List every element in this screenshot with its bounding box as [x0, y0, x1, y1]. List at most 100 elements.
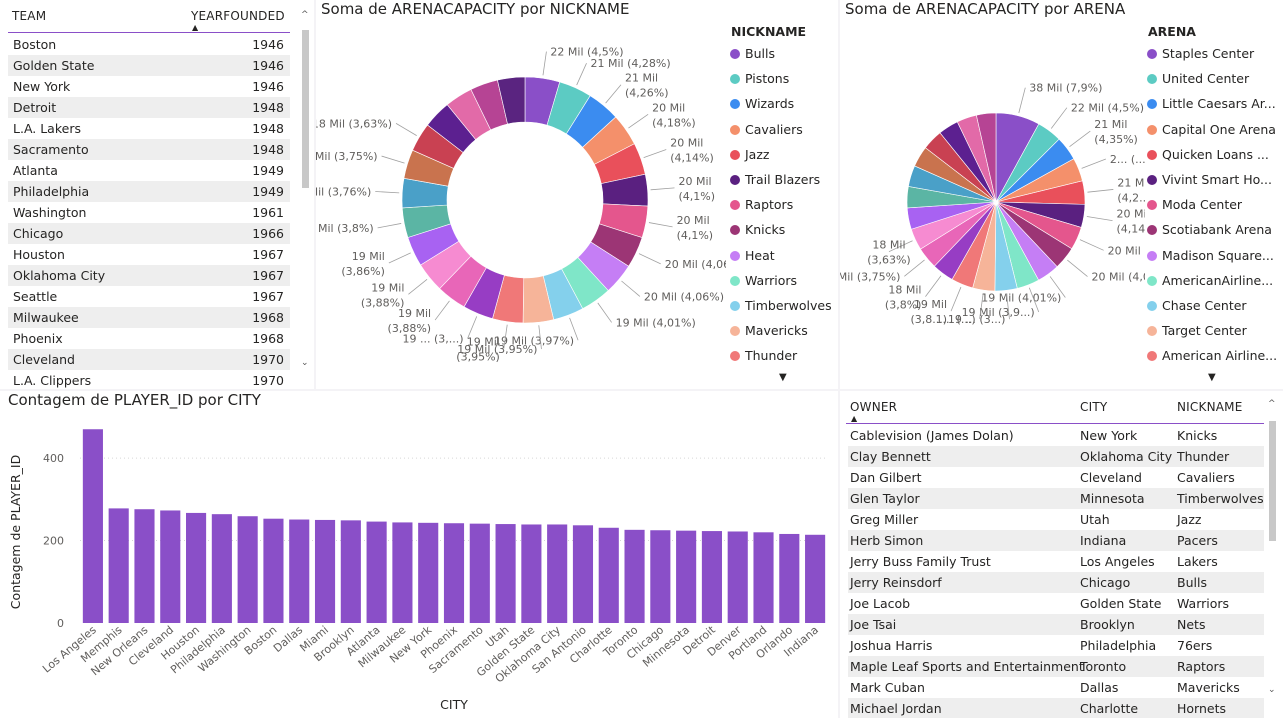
- bar[interactable]: [727, 531, 748, 623]
- bar[interactable]: [572, 525, 594, 623]
- bar[interactable]: [443, 523, 465, 623]
- scroll-down-icon[interactable]: ⌄: [301, 358, 309, 368]
- table-row[interactable]: Cablevision (James Dolan) New York Knicks: [848, 425, 1264, 446]
- bar-chart[interactable]: 0200400Los AngelesMemphisNew OrleansClev…: [0, 391, 838, 718]
- table-row[interactable]: Dan Gilbert Cleveland Cavaliers: [848, 467, 1264, 488]
- table-row[interactable]: Joe Lacob Golden State Warriors: [848, 593, 1264, 614]
- legend-item[interactable]: Vivint Smart Ho...: [1147, 171, 1272, 189]
- table-row[interactable]: Michael Jordan Charlotte Hornets: [848, 698, 1264, 718]
- table-row[interactable]: Atlanta 1949: [8, 160, 290, 181]
- legend-item[interactable]: Scotiabank Arena: [1147, 221, 1272, 239]
- legend-item[interactable]: United Center: [1147, 70, 1249, 88]
- legend-item[interactable]: Timberwolves: [730, 297, 832, 315]
- table-row[interactable]: Milwaukee 1968: [8, 307, 290, 328]
- bar[interactable]: [495, 524, 516, 623]
- table-row[interactable]: Herb Simon Indiana Pacers: [848, 530, 1264, 551]
- table-row[interactable]: Joshua Harris Philadelphia 76ers: [848, 635, 1264, 656]
- legend-item[interactable]: Raptors: [730, 196, 793, 214]
- table-row[interactable]: Philadelphia 1949: [8, 181, 290, 202]
- bar[interactable]: [701, 531, 722, 623]
- table-row[interactable]: Mark Cuban Dallas Mavericks: [848, 677, 1264, 698]
- table-row[interactable]: Sacramento 1948: [8, 139, 290, 160]
- column-header-nickname[interactable]: NICKNAME: [1177, 400, 1243, 414]
- bar[interactable]: [753, 532, 774, 623]
- bar[interactable]: [676, 530, 697, 623]
- legend-item[interactable]: Thunder: [730, 347, 797, 365]
- legend-item[interactable]: Pistons: [730, 70, 789, 88]
- bar[interactable]: [314, 519, 336, 623]
- legend-item[interactable]: Jazz: [730, 146, 769, 164]
- scrollbar-thumb[interactable]: [302, 30, 309, 188]
- bar[interactable]: [160, 510, 181, 623]
- sort-ascending-icon[interactable]: ▲: [192, 23, 198, 32]
- table-row[interactable]: New York 1946: [8, 76, 290, 97]
- table-row[interactable]: Washington 1961: [8, 202, 290, 223]
- column-header-team[interactable]: TEAM: [12, 9, 46, 23]
- bar[interactable]: [366, 521, 387, 623]
- column-header-city[interactable]: CITY: [1080, 400, 1107, 414]
- legend-item[interactable]: American Airline...: [1147, 347, 1277, 365]
- bar[interactable]: [650, 530, 671, 623]
- legend-item[interactable]: Chase Center: [1147, 297, 1247, 315]
- bar[interactable]: [521, 524, 542, 623]
- bar[interactable]: [779, 533, 800, 623]
- legend-item[interactable]: Target Center: [1147, 322, 1247, 340]
- table-row[interactable]: Jerry Reinsdorf Chicago Bulls: [848, 572, 1264, 593]
- pie-chart[interactable]: 38 Mil (7,9%) 22 Mil (4,5%) 21 Mil (4,35%) 2…: [840, 0, 1145, 389]
- bar[interactable]: [289, 519, 310, 623]
- legend-item[interactable]: Warriors: [730, 272, 797, 290]
- bar[interactable]: [624, 529, 645, 623]
- legend-item[interactable]: Trail Blazers: [730, 171, 820, 189]
- legend-item[interactable]: Bulls: [730, 45, 775, 63]
- legend-item[interactable]: Knicks: [730, 221, 785, 239]
- table-row[interactable]: Joe Tsai Brooklyn Nets: [848, 614, 1264, 635]
- table-row[interactable]: Cleveland 1970: [8, 349, 290, 370]
- table-row[interactable]: L.A. Lakers 1948: [8, 118, 290, 139]
- bar[interactable]: [469, 523, 490, 623]
- scroll-down-icon[interactable]: ⌄: [1268, 685, 1276, 695]
- bar[interactable]: [108, 508, 129, 623]
- column-header-owner[interactable]: OWNER: [850, 400, 897, 414]
- sort-ascending-icon[interactable]: ▲: [851, 414, 857, 423]
- bar[interactable]: [82, 429, 103, 623]
- table-row[interactable]: Boston 1946: [8, 34, 290, 55]
- bar[interactable]: [211, 514, 232, 623]
- legend-more-icon[interactable]: ▼: [779, 372, 787, 383]
- table-row[interactable]: Seattle 1967: [8, 286, 290, 307]
- bar[interactable]: [263, 518, 284, 623]
- legend-item[interactable]: Mavericks: [730, 322, 808, 340]
- legend-item[interactable]: Moda Center: [1147, 196, 1242, 214]
- legend-item[interactable]: Capital One Arena: [1147, 121, 1276, 139]
- table-row[interactable]: Golden State 1946: [8, 55, 290, 76]
- legend-item[interactable]: Cavaliers: [730, 121, 803, 139]
- table-row[interactable]: Houston 1967: [8, 244, 290, 265]
- table-row[interactable]: Greg Miller Utah Jazz: [848, 509, 1264, 530]
- table-row[interactable]: Jerry Buss Family Trust Los Angeles Lakers: [848, 551, 1264, 572]
- legend-item[interactable]: Staples Center: [1147, 45, 1254, 63]
- bar[interactable]: [237, 516, 258, 623]
- legend-item[interactable]: Heat: [730, 247, 775, 265]
- bar[interactable]: [134, 509, 155, 623]
- legend-item[interactable]: Wizards: [730, 95, 794, 113]
- table-row[interactable]: Phoenix 1968: [8, 328, 290, 349]
- table-row[interactable]: Glen Taylor Minnesota Timberwolves: [848, 488, 1264, 509]
- donut-chart[interactable]: 22 Mil (4,5%)21 Mil (4,28%)21 Mil (4,26%)…: [316, 0, 726, 389]
- table-row[interactable]: Maple Leaf Sports and Entertainment Toron…: [848, 656, 1264, 677]
- bar[interactable]: [598, 527, 619, 623]
- legend-item[interactable]: Madison Square...: [1147, 247, 1274, 265]
- legend-more-icon[interactable]: ▼: [1208, 372, 1216, 383]
- scrollbar-thumb[interactable]: [1269, 421, 1276, 541]
- bar[interactable]: [392, 522, 413, 623]
- bar[interactable]: [547, 524, 568, 623]
- bar[interactable]: [186, 512, 207, 623]
- scroll-up-icon[interactable]: ^: [1268, 399, 1276, 409]
- bar[interactable]: [418, 522, 439, 623]
- legend-item[interactable]: Little Caesars Ar...: [1147, 95, 1276, 113]
- table-row[interactable]: Detroit 1948: [8, 97, 290, 118]
- scroll-up-icon[interactable]: ^: [301, 10, 309, 20]
- bar[interactable]: [805, 534, 826, 623]
- table-row[interactable]: L.A. Clippers 1970: [8, 370, 290, 389]
- table-row[interactable]: Oklahoma City 1967: [8, 265, 290, 286]
- legend-item[interactable]: Quicken Loans ...: [1147, 146, 1269, 164]
- column-header-yearfounded[interactable]: YEARFOUNDED: [191, 9, 285, 23]
